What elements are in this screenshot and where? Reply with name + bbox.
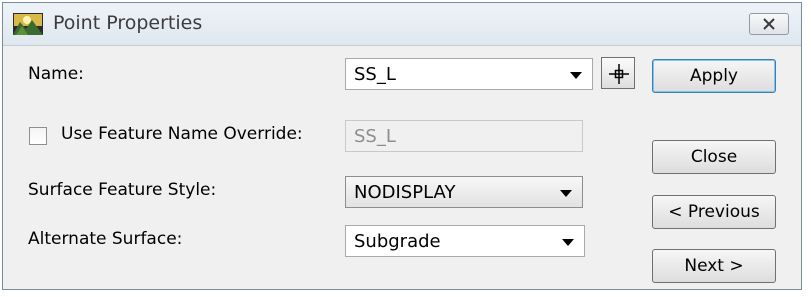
landscape-icon	[13, 13, 43, 35]
alternate-surface-dropdown[interactable]: Subgrade	[345, 225, 585, 257]
close-button[interactable]: Close	[652, 140, 776, 174]
chevron-down-icon	[570, 72, 582, 79]
alternate-surface-value: Subgrade	[354, 231, 441, 252]
next-button[interactable]: Next >	[652, 249, 776, 283]
surface-feature-style-label: Surface Feature Style:	[28, 180, 217, 200]
chevron-down-icon	[560, 190, 572, 197]
chevron-down-icon	[562, 239, 574, 246]
crosshair-icon	[609, 64, 629, 84]
surface-feature-style-value: NODISPLAY	[354, 182, 456, 203]
feature-name-override-input[interactable]: SS_L	[345, 120, 583, 152]
name-value: SS_L	[354, 64, 396, 85]
apply-button[interactable]: Apply	[652, 59, 776, 93]
close-icon	[763, 18, 775, 30]
pick-point-button[interactable]	[601, 57, 635, 89]
point-properties-dialog: Point Properties Name: SS_L Use Feature …	[2, 2, 802, 290]
feature-name-override-label: Use Feature Name Override:	[61, 124, 303, 144]
alternate-surface-label: Alternate Surface:	[28, 229, 183, 249]
previous-button[interactable]: < Previous	[652, 195, 776, 229]
feature-name-override-checkbox[interactable]	[29, 127, 47, 145]
close-window-button[interactable]	[749, 13, 789, 35]
title-bar: Point Properties	[3, 3, 801, 46]
window-title: Point Properties	[53, 12, 203, 34]
feature-name-override-value: SS_L	[354, 126, 396, 147]
surface-feature-style-dropdown[interactable]: NODISPLAY	[345, 176, 583, 208]
name-dropdown[interactable]: SS_L	[345, 58, 593, 90]
name-label: Name:	[28, 64, 84, 84]
